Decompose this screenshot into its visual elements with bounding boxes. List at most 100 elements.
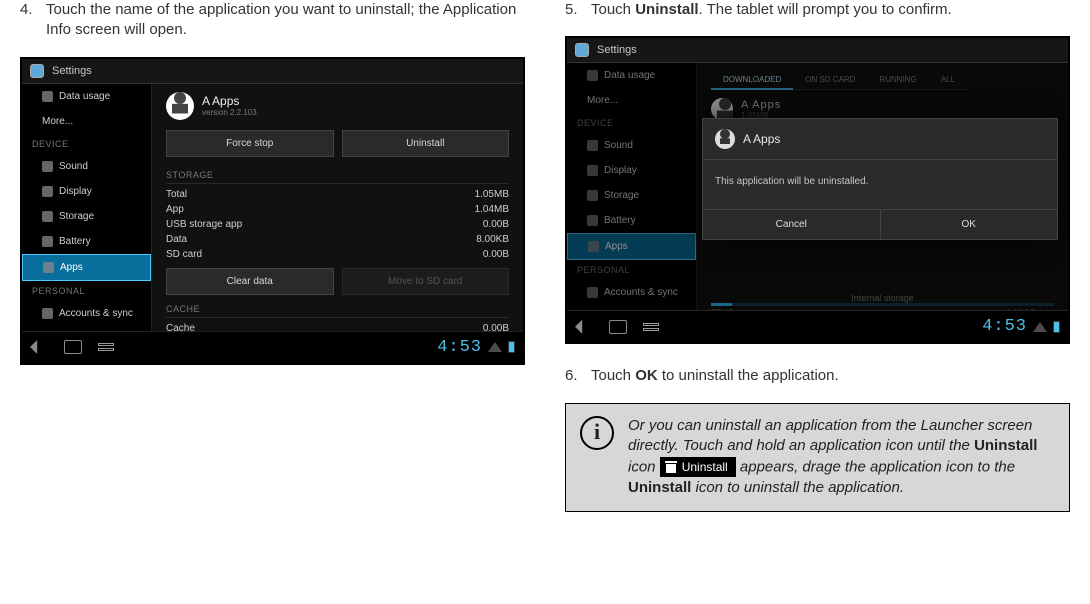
sidebar-item-data-usage[interactable]: Data usage <box>567 63 696 88</box>
info-icon: i <box>580 416 614 450</box>
nav-recent-icon[interactable] <box>643 323 659 331</box>
nav-recent-icon[interactable] <box>98 343 114 351</box>
accounts-icon <box>587 287 598 298</box>
step-4-body: Touch the name of the application you wa… <box>46 0 525 41</box>
battery-status-icon <box>1053 321 1060 333</box>
sidebar-item-display[interactable]: Display <box>22 179 151 204</box>
battery-icon <box>587 215 598 226</box>
step-4-number: 4. <box>20 0 46 41</box>
settings-title: Settings <box>52 65 92 77</box>
step-6: 6. Touch OK to uninstall the application… <box>565 366 1070 386</box>
battery-icon <box>42 236 53 247</box>
app-version: version 2.2.103 <box>202 108 257 117</box>
tab-all[interactable]: ALL <box>929 71 967 90</box>
system-navbar: 4:53 <box>567 310 1068 342</box>
sidebar-item-apps[interactable]: Apps <box>567 233 696 260</box>
settings-sidebar: Data usage More... DEVICE Sound Display … <box>22 84 152 342</box>
uninstall-button[interactable]: Uninstall <box>342 130 510 157</box>
settings-titlebar: Settings <box>567 38 1068 63</box>
sidebar-item-more[interactable]: More... <box>22 109 151 134</box>
clear-data-button[interactable]: Clear data <box>166 268 334 295</box>
nav-home-icon[interactable] <box>609 320 627 334</box>
sidebar-item-accounts[interactable]: Accounts & sync <box>22 301 151 326</box>
list-app-name: A Apps <box>741 99 781 111</box>
sidebar-item-storage[interactable]: Storage <box>22 204 151 229</box>
clock-text: 4:53 <box>437 338 482 357</box>
accounts-icon <box>42 308 53 319</box>
status-bar: 4:53 <box>437 338 515 357</box>
apps-icon <box>43 262 54 273</box>
uninstall-chip: Uninstall <box>660 457 736 478</box>
sidebar-item-display[interactable]: Display <box>567 158 696 183</box>
sidebar-item-sound[interactable]: Sound <box>567 133 696 158</box>
sidebar-item-storage[interactable]: Storage <box>567 183 696 208</box>
storage-title: Internal storage <box>711 293 1054 303</box>
settings-gear-icon <box>30 64 44 78</box>
dialog-title: A Apps <box>703 119 1057 160</box>
cache-section-label: CACHE <box>166 301 509 318</box>
step-5-number: 5. <box>565 0 591 20</box>
tab-on-sd-card[interactable]: ON SD CARD <box>793 71 867 90</box>
sidebar-item-data-usage[interactable]: Data usage <box>22 84 151 109</box>
tab-downloaded[interactable]: DOWNLOADED <box>711 71 793 90</box>
step-4: 4. Touch the name of the application you… <box>20 0 525 41</box>
right-column: 5. Touch Uninstall. The tablet will prom… <box>565 0 1070 512</box>
row-data: Data8.00KB <box>166 232 509 247</box>
display-icon <box>587 165 598 176</box>
step-6-number: 6. <box>565 366 591 386</box>
data-usage-icon <box>42 91 53 102</box>
dialog-app-icon <box>715 129 735 149</box>
step-6-body: Touch OK to uninstall the application. <box>591 366 1070 386</box>
force-stop-button[interactable]: Force stop <box>166 130 334 157</box>
sidebar-item-apps[interactable]: Apps <box>22 254 151 281</box>
apps-tabs: DOWNLOADED ON SD CARD RUNNING ALL <box>711 71 1054 90</box>
storage-section-label: STORAGE <box>166 167 509 184</box>
move-to-sd-button: Move to SD card <box>342 268 510 295</box>
sidebar-header-device: DEVICE <box>22 134 151 154</box>
status-bar: 4:53 <box>982 317 1060 336</box>
trash-icon <box>665 461 677 473</box>
app-icon <box>166 92 194 120</box>
ok-button[interactable]: OK <box>881 210 1058 239</box>
info-text: Or you can uninstall an application from… <box>628 416 1055 499</box>
tip-info-box: i Or you can uninstall an application fr… <box>565 403 1070 512</box>
step-5: 5. Touch Uninstall. The tablet will prom… <box>565 0 1070 20</box>
row-app: App1.04MB <box>166 202 509 217</box>
sidebar-item-battery[interactable]: Battery <box>22 229 151 254</box>
sidebar-item-battery[interactable]: Battery <box>567 208 696 233</box>
system-navbar: 4:53 <box>22 331 523 363</box>
battery-status-icon <box>508 341 515 353</box>
storage-icon <box>587 190 598 201</box>
app-icon <box>711 98 733 120</box>
settings-titlebar: Settings <box>22 59 523 84</box>
sidebar-item-more[interactable]: More... <box>567 88 696 113</box>
sidebar-header-personal: PERSONAL <box>567 260 696 280</box>
apps-icon <box>588 241 599 252</box>
row-usb: USB storage app0.00B <box>166 217 509 232</box>
uninstall-dialog: A Apps This application will be uninstal… <box>702 118 1058 240</box>
screenshot-app-info: Settings Data usage More... DEVICE Sound… <box>20 57 525 365</box>
sidebar-header-device: DEVICE <box>567 113 696 133</box>
cancel-button[interactable]: Cancel <box>703 210 881 239</box>
sidebar-item-accounts[interactable]: Accounts & sync <box>567 280 696 305</box>
wifi-icon <box>488 342 502 352</box>
display-icon <box>42 186 53 197</box>
step-5-body: Touch Uninstall. The tablet will prompt … <box>591 0 1070 20</box>
app-name: A Apps <box>202 94 257 108</box>
row-sd: SD card0.00B <box>166 247 509 262</box>
settings-gear-icon <box>575 43 589 57</box>
sound-icon <box>587 140 598 151</box>
sidebar-header-personal: PERSONAL <box>22 281 151 301</box>
settings-sidebar: Data usage More... DEVICE Sound Display … <box>567 63 697 321</box>
nav-back-icon[interactable] <box>30 340 48 354</box>
data-usage-icon <box>587 70 598 81</box>
nav-back-icon[interactable] <box>575 320 593 334</box>
dialog-body: This application will be uninstalled. <box>703 160 1057 209</box>
sidebar-item-sound[interactable]: Sound <box>22 154 151 179</box>
settings-title: Settings <box>597 44 637 56</box>
clock-text: 4:53 <box>982 317 1027 336</box>
nav-home-icon[interactable] <box>64 340 82 354</box>
tab-running[interactable]: RUNNING <box>867 71 928 90</box>
left-column: 4. Touch the name of the application you… <box>20 0 525 512</box>
screenshot-uninstall-dialog: Settings Data usage More... DEVICE Sound… <box>565 36 1070 344</box>
